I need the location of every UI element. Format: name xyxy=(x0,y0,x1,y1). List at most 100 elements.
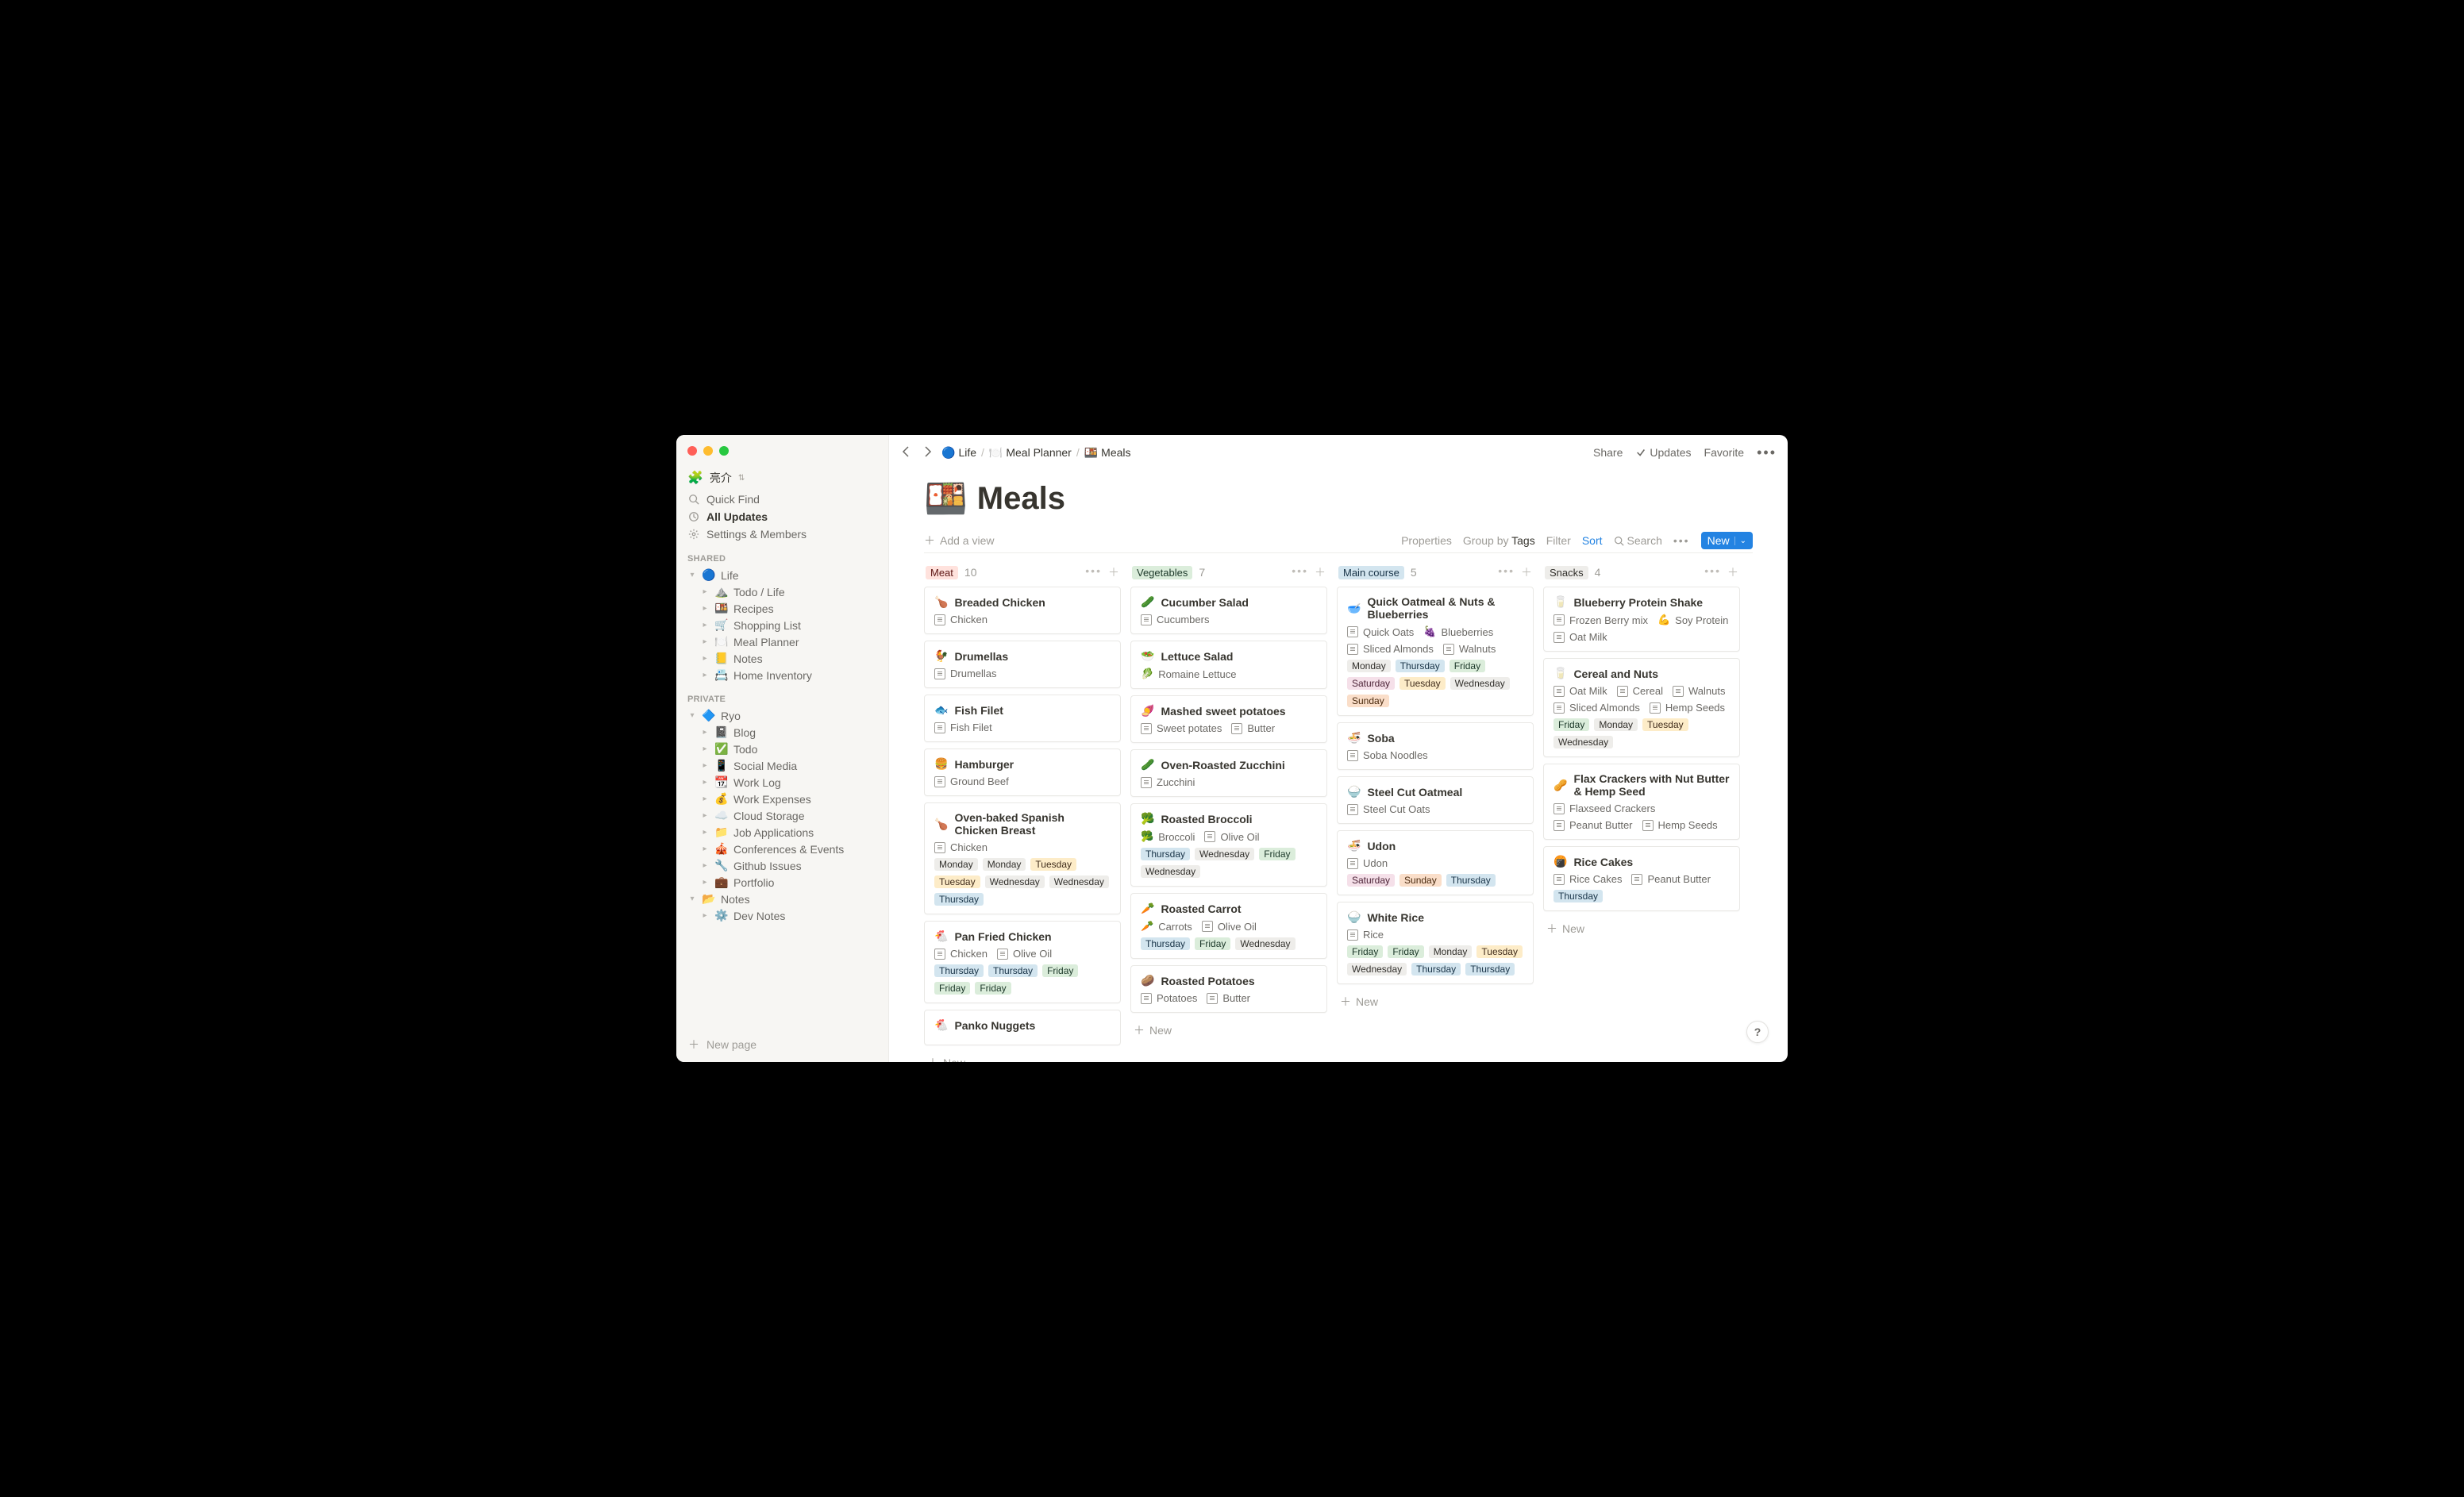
sidebar-item[interactable]: ▸ 📱 Social Media xyxy=(676,757,888,774)
sort-button[interactable]: Sort xyxy=(1582,534,1603,547)
column-tag[interactable]: Vegetables xyxy=(1132,566,1192,579)
card-properties: Quick Oats🍇BlueberriesSliced AlmondsWaln… xyxy=(1347,625,1523,655)
workspace-switcher[interactable]: 🧩 亮介 ⇅ xyxy=(676,467,888,491)
add-view-button[interactable]: ＋ Add a view xyxy=(924,533,994,548)
groupby-button[interactable]: Group by Tags xyxy=(1463,534,1535,547)
new-page-button[interactable]: ＋ New page xyxy=(676,1033,888,1056)
updates-button[interactable]: Updates xyxy=(1635,446,1691,459)
new-card-button[interactable]: ＋New xyxy=(924,1052,1121,1062)
breadcrumb-item[interactable]: 🍽️Meal Planner xyxy=(989,446,1072,460)
breadcrumb-item[interactable]: 🍱Meals xyxy=(1084,446,1131,460)
sidebar-item[interactable]: ▸ 📆 Work Log xyxy=(676,774,888,791)
board-card[interactable]: 🥒Oven-Roasted ZucchiniZucchini xyxy=(1130,749,1327,797)
board-card[interactable]: 🐔Pan Fried ChickenChickenOlive OilThursd… xyxy=(924,921,1121,1003)
new-card-button[interactable]: ＋New xyxy=(1130,1019,1327,1041)
breadcrumb-item[interactable]: 🔵Life xyxy=(941,446,976,460)
sidebar-item-notes[interactable]: ▾ 📂 Notes xyxy=(676,891,888,907)
sidebar-item[interactable]: ▸ 🍽️ Meal Planner xyxy=(676,633,888,650)
property-label: Udon xyxy=(1363,857,1388,869)
board-card[interactable]: 🥕Roasted Carrot🥕CarrotsOlive OilThursday… xyxy=(1130,893,1327,959)
search-icon xyxy=(687,493,700,506)
page-emoji[interactable]: 🍱 xyxy=(924,478,968,519)
sidebar-item[interactable]: ▸ ⛰️ Todo / Life xyxy=(676,583,888,600)
nav-forward[interactable] xyxy=(921,445,934,460)
column-tag[interactable]: Snacks xyxy=(1545,566,1588,579)
nav-back[interactable] xyxy=(900,445,913,460)
sidebar-item[interactable]: ▸ 📇 Home Inventory xyxy=(676,667,888,683)
more-icon[interactable]: ••• xyxy=(1757,444,1777,461)
sidebar-item[interactable]: ▸ 💼 Portfolio xyxy=(676,874,888,891)
page-icon xyxy=(1141,993,1152,1004)
board-card[interactable]: 🐔Panko Nuggets xyxy=(924,1010,1121,1045)
sidebar-item[interactable]: ▸ ⚙️ Dev Notes xyxy=(676,907,888,924)
sidebar-item[interactable]: ▸ ☁️ Cloud Storage xyxy=(676,807,888,824)
new-card-button[interactable]: ＋New xyxy=(1337,991,1534,1013)
filter-button[interactable]: Filter xyxy=(1546,534,1571,547)
card-emoji: 🐓 xyxy=(934,649,948,663)
view-more-icon[interactable]: ••• xyxy=(1673,534,1690,547)
sidebar-item[interactable]: ▸ 🔧 Github Issues xyxy=(676,857,888,874)
board-card[interactable]: 🍚White RiceRiceFridayFridayMondayTuesday… xyxy=(1337,902,1534,984)
sidebar-item-ryo[interactable]: ▾ 🔷 Ryo xyxy=(676,707,888,724)
board-card[interactable]: 🍜UdonUdonSaturdaySundayThursday xyxy=(1337,830,1534,895)
quick-find[interactable]: Quick Find xyxy=(676,491,888,508)
chevron-down-icon[interactable]: ⌄ xyxy=(1734,537,1746,545)
card-title-text: Pan Fried Chicken xyxy=(954,930,1051,943)
page-title[interactable]: Meals xyxy=(977,481,1065,517)
page-icon xyxy=(1347,626,1358,637)
board-card[interactable]: 🥜Flax Crackers with Nut Butter & Hemp Se… xyxy=(1543,764,1740,840)
board-card[interactable]: 🍔HamburgerGround Beef xyxy=(924,748,1121,796)
board-card[interactable]: 🍗Breaded ChickenChicken xyxy=(924,587,1121,634)
board-card[interactable]: 🥗Lettuce Salad🥬Romaine Lettuce xyxy=(1130,641,1327,689)
board-column: Vegetables 7 ••• ＋ 🥒Cucumber SaladCucumb… xyxy=(1130,564,1327,1062)
sidebar-item-life[interactable]: ▾ 🔵 Life xyxy=(676,567,888,583)
sidebar-item[interactable]: ▸ 🛒 Shopping List xyxy=(676,617,888,633)
property-label: Drumellas xyxy=(950,668,997,679)
board-card[interactable]: 🥛Cereal and NutsOat MilkCerealWalnutsSli… xyxy=(1543,658,1740,757)
board-card[interactable]: 🍗Oven-baked Spanish Chicken BreastChicke… xyxy=(924,802,1121,914)
board-card[interactable]: 🐓DrumellasDrumellas xyxy=(924,641,1121,688)
new-button[interactable]: New ⌄ xyxy=(1701,532,1753,549)
window-maximize[interactable] xyxy=(719,446,729,456)
column-tag[interactable]: Main course xyxy=(1338,566,1404,579)
search-button[interactable]: Search xyxy=(1614,534,1662,547)
column-more-icon[interactable]: ••• xyxy=(1292,564,1308,580)
settings-members[interactable]: Settings & Members xyxy=(676,525,888,543)
new-card-button[interactable]: ＋New xyxy=(1543,918,1740,940)
board-card[interactable]: 🥦Roasted Broccoli🥦BroccoliOlive OilThurs… xyxy=(1130,803,1327,887)
column-add-icon[interactable]: ＋ xyxy=(1315,564,1326,580)
board-card[interactable]: 🍜SobaSoba Noodles xyxy=(1337,722,1534,770)
sidebar-item[interactable]: ▸ 📓 Blog xyxy=(676,724,888,741)
column-add-icon[interactable]: ＋ xyxy=(1108,564,1119,580)
sidebar-item[interactable]: ▸ ✅ Todo xyxy=(676,741,888,757)
board-card[interactable]: 🥣Quick Oatmeal & Nuts & BlueberriesQuick… xyxy=(1337,587,1534,716)
window-close[interactable] xyxy=(687,446,697,456)
column-more-icon[interactable]: ••• xyxy=(1704,564,1721,580)
window-minimize[interactable] xyxy=(703,446,713,456)
board-card[interactable]: 🍘Rice CakesRice CakesPeanut ButterThursd… xyxy=(1543,846,1740,911)
column-add-icon[interactable]: ＋ xyxy=(1521,564,1532,580)
sidebar-item[interactable]: ▸ 💰 Work Expenses xyxy=(676,791,888,807)
share-button[interactable]: Share xyxy=(1593,446,1623,459)
board-card[interactable]: 🥔Roasted PotatoesPotatoesButter xyxy=(1130,965,1327,1013)
sidebar-item[interactable]: ▸ 📒 Notes xyxy=(676,650,888,667)
page-icon xyxy=(1231,723,1242,734)
help-button[interactable]: ? xyxy=(1746,1021,1769,1043)
search-label: Search xyxy=(1627,534,1662,547)
sidebar-item[interactable]: ▸ 🍱 Recipes xyxy=(676,600,888,617)
column-more-icon[interactable]: ••• xyxy=(1498,564,1515,580)
column-tag[interactable]: Meat xyxy=(926,566,958,579)
card-property: Fish Filet xyxy=(934,722,992,733)
board-card[interactable]: 🐟Fish FiletFish Filet xyxy=(924,695,1121,742)
column-more-icon[interactable]: ••• xyxy=(1085,564,1102,580)
sidebar-item[interactable]: ▸ 📁 Job Applications xyxy=(676,824,888,841)
favorite-button[interactable]: Favorite xyxy=(1704,446,1745,459)
board-card[interactable]: 🥒Cucumber SaladCucumbers xyxy=(1130,587,1327,634)
board-card[interactable]: 🍚Steel Cut OatmealSteel Cut Oats xyxy=(1337,776,1534,824)
column-add-icon[interactable]: ＋ xyxy=(1727,564,1738,580)
properties-button[interactable]: Properties xyxy=(1401,534,1452,547)
board-card[interactable]: 🍠Mashed sweet potatoesSweet potatesButte… xyxy=(1130,695,1327,743)
sidebar-item[interactable]: ▸ 🎪 Conferences & Events xyxy=(676,841,888,857)
all-updates[interactable]: All Updates xyxy=(676,508,888,525)
board-card[interactable]: 🥛Blueberry Protein ShakeFrozen Berry mix… xyxy=(1543,587,1740,652)
